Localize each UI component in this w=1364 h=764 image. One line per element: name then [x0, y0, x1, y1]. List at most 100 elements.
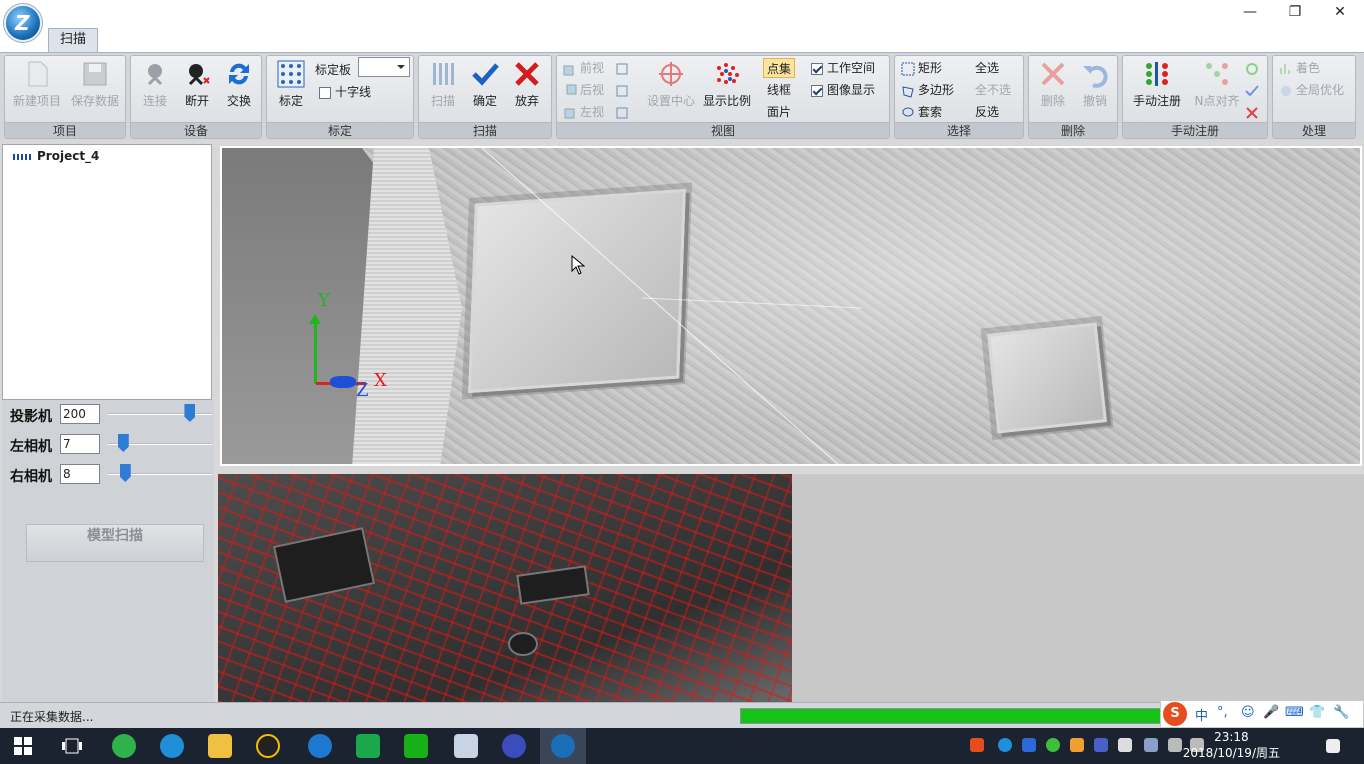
disconnect-button[interactable]: 断开 — [177, 60, 217, 109]
right-camera-slider-thumb[interactable] — [119, 464, 131, 482]
notification-icon[interactable] — [1326, 739, 1340, 753]
front-view-button[interactable]: 前视 — [563, 58, 604, 78]
rect-select-button[interactable]: 矩形 — [901, 58, 942, 78]
lasso-select-button[interactable]: 套索 — [901, 102, 942, 122]
tray-wechat-icon[interactable] — [1046, 738, 1060, 752]
projector-slider-track[interactable] — [108, 413, 212, 415]
group-delete-caption: 删除 — [1029, 122, 1117, 138]
task-view-icon[interactable] — [62, 737, 82, 755]
wireframe-toggle[interactable]: 线框 — [767, 80, 791, 100]
camera-image-view[interactable] — [218, 474, 792, 702]
disconnect-label: 断开 — [184, 94, 209, 108]
tray-blue-icon[interactable] — [998, 738, 1012, 752]
confirm-button[interactable]: 确定 — [465, 60, 505, 109]
app-logo-icon[interactable]: Z — [4, 4, 42, 42]
save-data-button[interactable]: 保存数据 — [67, 60, 123, 109]
scan-label: 扫描 — [430, 94, 455, 108]
image-display-checkbox[interactable]: 图像显示 — [811, 80, 875, 100]
ime-item-3[interactable]: 🎤 — [1263, 705, 1279, 720]
select-all-button[interactable]: 全选 — [975, 58, 999, 78]
n-point-align-button[interactable]: N点对齐 — [1189, 60, 1245, 109]
tray-security-icon[interactable] — [1070, 738, 1084, 752]
back-view-button[interactable]: 后视 — [563, 80, 604, 100]
taskbar-active-app[interactable] — [540, 728, 586, 764]
reject-registration-button[interactable] — [1245, 102, 1262, 122]
ribbon: 新建项目 保存数据 项目 连接 断开 交换 设备 标定 标定板 十字线 标定 扫… — [0, 52, 1364, 140]
tray-wifi-icon[interactable] — [1168, 738, 1182, 752]
global-optimize-button[interactable]: 全局优化 — [1279, 80, 1344, 100]
tree-item-project[interactable]: Project_4 — [13, 149, 99, 163]
k-app-icon[interactable] — [160, 734, 184, 758]
connect-button[interactable]: 连接 — [135, 60, 175, 109]
windows-start-icon[interactable] — [14, 737, 32, 755]
red-x-icon — [513, 60, 541, 88]
qq-icon[interactable] — [256, 734, 280, 758]
select-none-button[interactable]: 全不选 — [975, 80, 1011, 100]
infinity-app-icon[interactable] — [502, 734, 526, 758]
tray-bluetooth-icon[interactable] — [1144, 738, 1158, 752]
3d-viewport[interactable]: Y X Z — [220, 146, 1362, 466]
scan-button[interactable]: 扫描 — [423, 60, 463, 109]
model-scan-button[interactable]: 模型扫描 — [26, 524, 204, 562]
view-extra-3-button[interactable] — [615, 102, 632, 122]
view-extra-2-button[interactable] — [615, 80, 632, 100]
workspace-label: 工作空间 — [827, 61, 876, 75]
ime-item-6[interactable]: 🔧 — [1333, 705, 1349, 720]
ime-item-5[interactable]: 👕 — [1309, 705, 1325, 720]
point-set-toggle[interactable]: 点集 — [763, 58, 796, 78]
crosshair-checkbox[interactable]: 十字线 — [319, 82, 371, 102]
right-camera-input[interactable]: 8 — [60, 464, 100, 484]
maximize-button[interactable]: ❐ — [1275, 2, 1315, 22]
file-explorer-icon[interactable] — [208, 734, 232, 758]
polygon-select-button[interactable]: 多边形 — [901, 80, 954, 100]
undo-button[interactable]: 撤销 — [1075, 60, 1115, 109]
switch-button[interactable]: 交换 — [219, 60, 259, 109]
projector-input[interactable]: 200 — [60, 404, 100, 424]
surface-toggle[interactable]: 面片 — [767, 102, 791, 122]
ime-toolbar[interactable]: S 中 °, ☺ 🎤 ⌨ 👕 🔧 — [1160, 700, 1364, 728]
group-project: 新建项目 保存数据 项目 — [4, 55, 126, 139]
browser-e-icon[interactable] — [112, 734, 136, 758]
color-button[interactable]: 着色 — [1279, 58, 1320, 78]
left-view-button[interactable]: 左视 — [563, 102, 604, 122]
ime-item-2[interactable]: ☺ — [1241, 705, 1255, 720]
ime-item-4[interactable]: ⌨ — [1285, 705, 1304, 720]
left-camera-input[interactable]: 7 — [60, 434, 100, 454]
progress-bar — [740, 708, 1180, 724]
close-button[interactable]: ✕ — [1320, 2, 1360, 22]
accept-registration-button[interactable] — [1245, 80, 1262, 100]
group-project-caption: 项目 — [5, 122, 125, 138]
clock[interactable]: 23:18 2018/10/19/周五 — [1183, 729, 1280, 761]
registration-points-icon — [1143, 60, 1171, 88]
calibrate-button[interactable]: 标定 — [271, 60, 311, 109]
ie-icon[interactable] — [308, 734, 332, 758]
green-app-icon[interactable] — [356, 734, 380, 758]
tray-battery-icon[interactable] — [1118, 738, 1132, 752]
tab-scan[interactable]: 扫描 — [48, 28, 98, 52]
left-camera-slider-thumb[interactable] — [117, 434, 129, 452]
workspace-checkbox[interactable]: 工作空间 — [811, 58, 875, 78]
sogou-logo-icon[interactable]: S — [1163, 702, 1187, 726]
document-app-icon[interactable] — [454, 734, 478, 758]
scanner-app-icon — [551, 734, 575, 758]
tray-app-icon[interactable] — [1022, 738, 1036, 752]
view-extra-1-button[interactable] — [615, 58, 632, 78]
new-project-button[interactable]: 新建项目 — [9, 60, 65, 109]
calibration-board-select[interactable] — [358, 57, 410, 77]
minimize-button[interactable]: — — [1230, 2, 1270, 22]
iqiyi-icon[interactable] — [404, 734, 428, 758]
projector-slider-thumb[interactable] — [184, 404, 196, 422]
refresh-registration-button[interactable] — [1245, 58, 1262, 78]
delete-button[interactable]: 删除 — [1033, 60, 1073, 109]
ime-item-0[interactable]: 中 — [1195, 705, 1208, 724]
abandon-button[interactable]: 放弃 — [507, 60, 547, 109]
display-scale-button[interactable]: 显示比例 — [699, 60, 755, 109]
calibration-board-label: 标定板 — [315, 63, 352, 77]
group-manual-registration: 手动注册 N点对齐 手动注册 — [1122, 55, 1268, 139]
invert-select-button[interactable]: 反选 — [975, 102, 999, 122]
tray-sogou-icon[interactable] — [970, 738, 984, 752]
manual-registration-button[interactable]: 手动注册 — [1127, 60, 1187, 109]
set-center-button[interactable]: 设置中心 — [641, 60, 701, 109]
tray-infinity-icon[interactable] — [1094, 738, 1108, 752]
ime-item-1[interactable]: °, — [1217, 705, 1228, 720]
